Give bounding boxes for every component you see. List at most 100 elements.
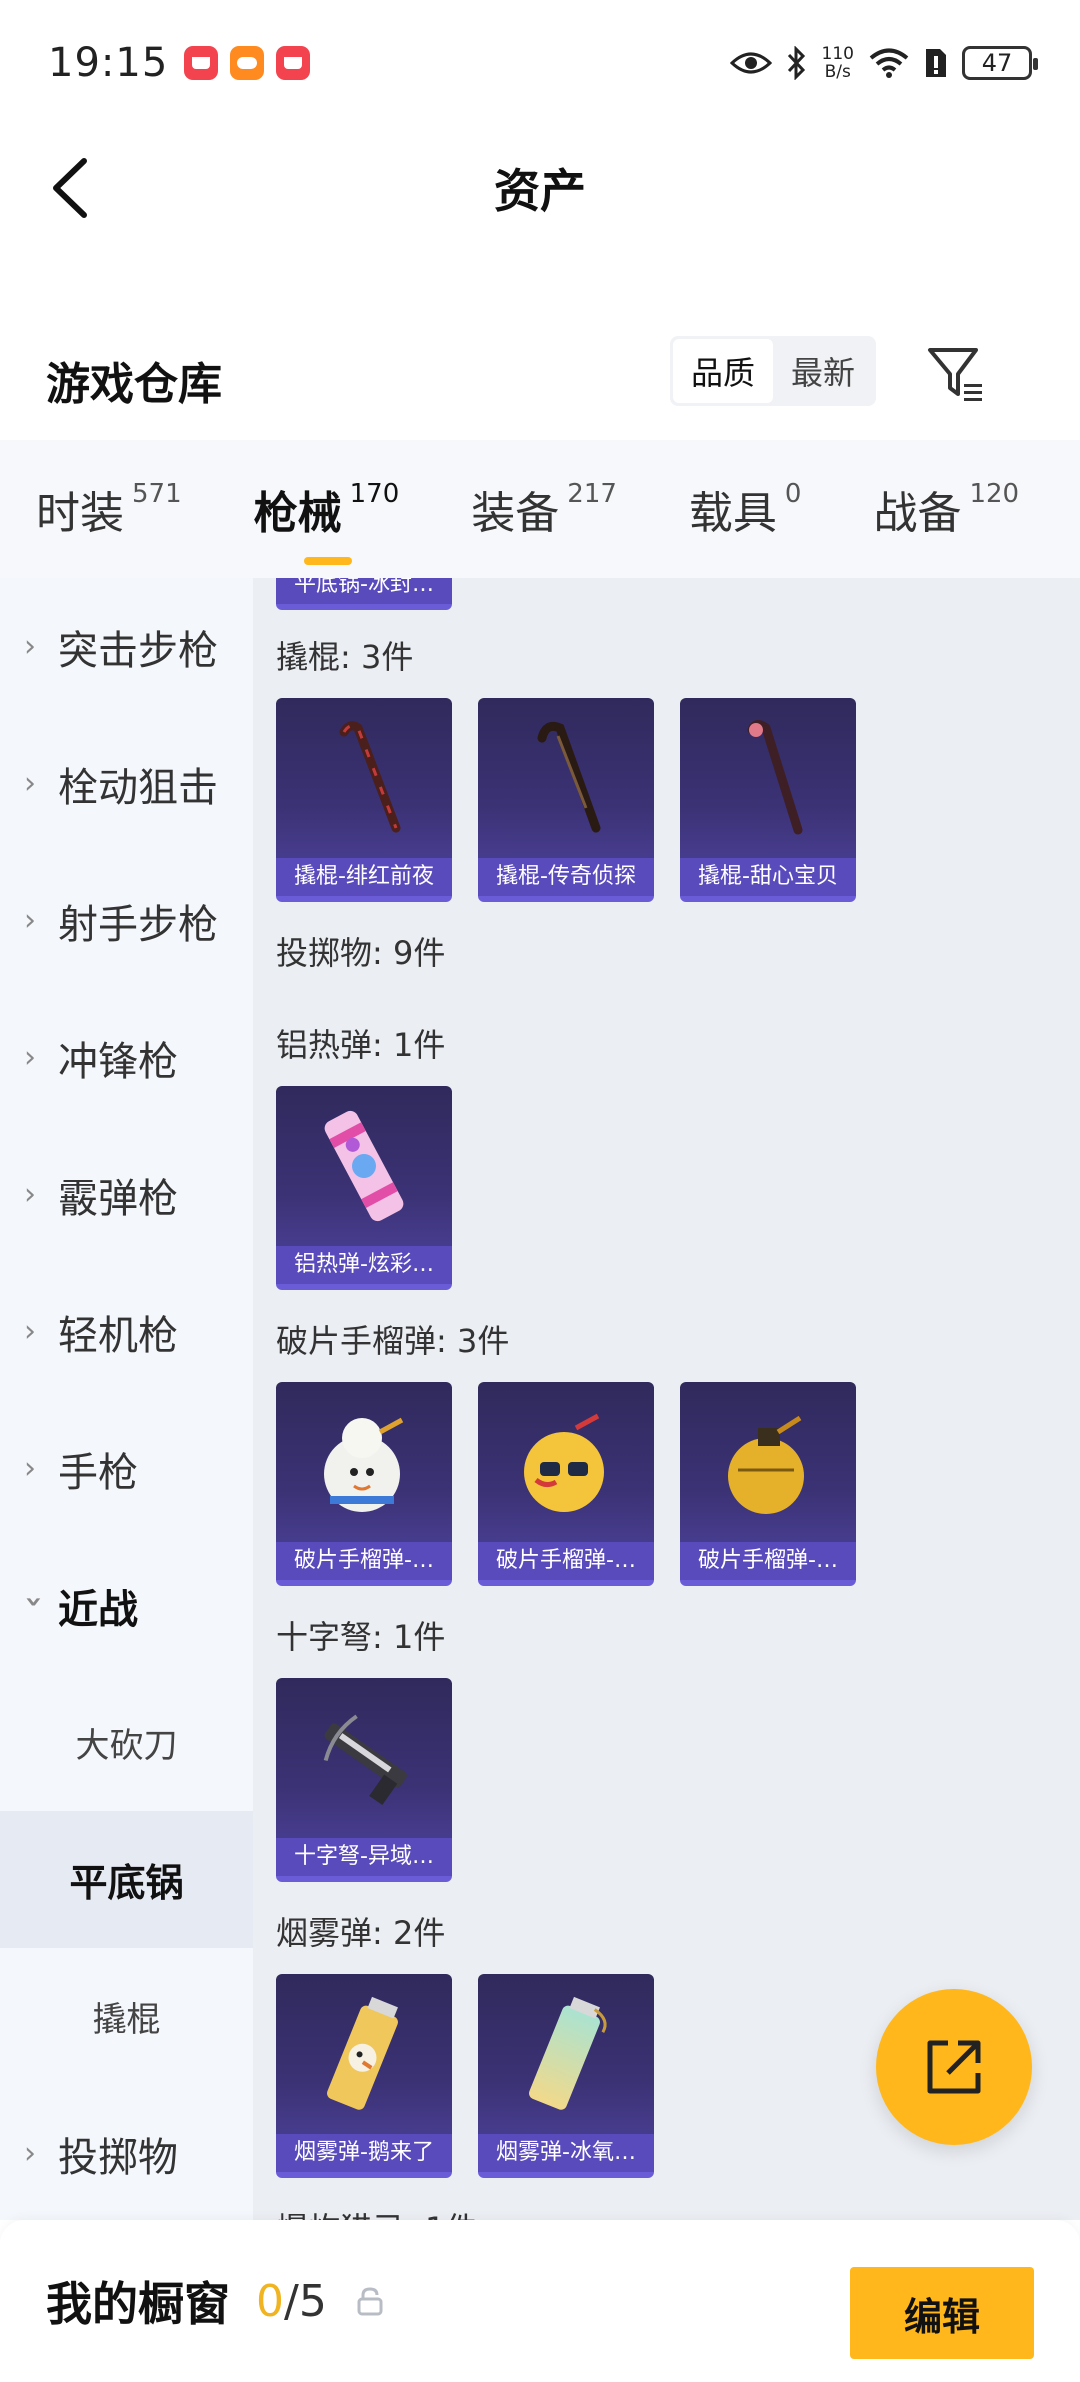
net-speed-unit: B/s [824,61,851,82]
group-title-frag-grenade: 破片手榴弹: 3件 [276,1322,510,1360]
chevron-down-icon: › [16,1595,52,1608]
page-title: 资产 [494,163,586,218]
item-card[interactable]: 破片手榴弹-… [478,1382,654,1586]
sidebar-item-label: 栓动狙击 [58,764,218,811]
group-title-crossbow: 十字弩: 1件 [276,1618,446,1656]
network-speed: 110 B/s [822,45,854,81]
edit-button[interactable]: 编辑 [850,2267,1034,2359]
group-title-explosive-bow: 爆炸猎弓: 1件 [276,2204,477,2220]
smoke-grenade-image [276,1974,452,2134]
item-name: 破片手榴弹-… [276,1542,452,1580]
sidebar-item-label: 近战 [58,1586,138,1633]
item-card[interactable]: 烟雾弹-冰氧… [478,1974,654,2178]
shopping-bag-notification-icon [184,45,219,80]
item-card[interactable]: 撬棍-绯红前夜 [276,698,452,902]
sidebar-item-label: 轻机枪 [58,1312,178,1359]
sidebar-item-marksman-rifle[interactable]: › 射手步枪 [0,852,253,989]
item-card[interactable]: 平底锅-冰封… [276,578,452,610]
item-name: 烟雾弹-冰氧… [478,2134,654,2172]
filter-button[interactable] [924,342,988,406]
sort-toggle: 品质 最新 [670,336,877,406]
item-card[interactable]: 撬棍-甜心宝贝 [680,698,856,902]
tab-count: 120 [969,479,1020,509]
item-grid: 平底锅-冰封… 撬棍: 3件 撬棍-绯红前夜 撬棍-传奇侦探 撬棍-甜心宝贝 投… [253,578,1080,2220]
item-card[interactable]: 撬棍-传奇侦探 [478,698,654,902]
status-right: 110 B/s 47 [729,45,1038,81]
showcase-total: /5 [284,2275,327,2327]
sort-by-quality[interactable]: 品质 [673,339,774,403]
item-name: 十字弩-异域… [276,1838,452,1876]
tab-fashion[interactable]: 时装 571 [36,477,182,541]
group-title-crowbar: 撬棍: 3件 [276,638,414,676]
item-name: 铝热弹-炫彩… [276,1246,452,1284]
group-title-smoke-grenade: 烟雾弹: 2件 [276,1914,446,1952]
back-button[interactable] [40,153,100,223]
tab-count: 170 [349,479,400,509]
chevron-right-icon: › [24,629,36,664]
smoke-grenade-image [478,1974,654,2134]
tab-count: 217 [567,479,617,509]
sidebar-item-shotgun[interactable]: › 霰弹枪 [0,1126,253,1263]
sidebar-subitem-crowbar[interactable]: 撬棍 [0,1948,253,2085]
sidebar-subitem-frying-pan[interactable]: 平底锅 [0,1811,253,1948]
status-time: 19:15 [48,39,169,86]
sidebar-subitem-machete[interactable]: 大砍刀 [0,1674,253,1811]
sidebar-item-label: 手枪 [58,1449,138,1496]
external-link-icon [927,2040,981,2094]
item-name: 平底锅-冰封… [276,578,452,604]
item-name: 破片手榴弹-… [680,1542,856,1580]
showcase-count: 0/5 [256,2276,327,2327]
tab-tactical[interactable]: 战备 120 [873,477,1019,541]
showcase-bar: 我的橱窗 0/5 编辑 [0,2220,1080,2382]
tab-label: 载具 [688,488,777,539]
tab-label: 枪械 [253,488,342,539]
tab-label: 时装 [36,488,124,539]
wifi-icon [869,48,909,78]
showcase-label: 我的橱窗 [46,2277,230,2331]
sidebar-item-bolt-sniper[interactable]: › 栓动狙击 [0,715,253,852]
nav-bar: 资产 [0,125,1080,250]
tab-label: 装备 [471,488,560,539]
eye-icon [729,52,772,73]
battery-indicator: 47 [962,45,1038,80]
crowbar-image [276,698,452,858]
net-speed-value: 110 [821,43,854,64]
tab-count: 571 [132,479,182,509]
sidebar-item-throwables[interactable]: › 投掷物 [0,2085,253,2220]
sidebar-item-label: 冲锋枪 [58,1038,178,1085]
item-card[interactable]: 十字弩-异域… [276,1678,452,1882]
group-title-throwables: 投掷物: 9件 [276,934,446,972]
sidebar-item-smg[interactable]: › 冲锋枪 [0,989,253,1126]
tab-label: 战备 [873,488,962,539]
sidebar-item-pistol[interactable]: › 手枪 [0,1400,253,1537]
item-card[interactable]: 烟雾弹-鹅来了 [276,1974,452,2178]
active-tab-indicator [303,557,352,565]
lock-icon [357,2287,383,2316]
item-name: 撬棍-绯红前夜 [276,858,452,896]
share-fab-button[interactable] [876,1989,1032,2145]
chevron-right-icon: › [24,1177,36,1212]
tab-vehicles[interactable]: 载具 0 [689,477,802,541]
bluetooth-icon [787,45,805,80]
item-card[interactable]: 破片手榴弹-… [680,1382,856,1586]
tab-firearms[interactable]: 枪械 170 [253,477,400,565]
sidebar-item-lmg[interactable]: › 轻机枪 [0,1263,253,1400]
item-card[interactable]: 铝热弹-炫彩… [276,1086,452,1290]
item-card[interactable]: 破片手榴弹-… [276,1382,452,1586]
item-name: 撬棍-甜心宝贝 [680,858,856,896]
sidebar-item-label: 霰弹枪 [58,1175,178,1222]
tab-equipment[interactable]: 装备 217 [471,477,617,541]
notification-icons [184,45,311,80]
section-header: 游戏仓库 品质 最新 [0,320,1080,440]
item-name: 破片手榴弹-… [478,1542,654,1580]
sidebar-item-melee[interactable]: › 近战 [0,1537,253,1674]
chevron-right-icon: › [24,766,36,801]
sidebar-item-label: 突击步枪 [58,627,218,674]
battery-level: 47 [981,48,1013,77]
sidebar: › 突击步枪 › 栓动狙击 › 射手步枪 › 冲锋枪 › 霰弹枪 › 轻机枪 › 手枪 › 近战… [0,578,253,2220]
sort-by-newest[interactable]: 最新 [773,339,873,403]
sidebar-item-assault-rifle[interactable]: › 突击步枪 [0,578,253,715]
frag-grenade-image [276,1382,452,1542]
crowbar-image [680,698,856,858]
crossbow-image [276,1678,452,1838]
